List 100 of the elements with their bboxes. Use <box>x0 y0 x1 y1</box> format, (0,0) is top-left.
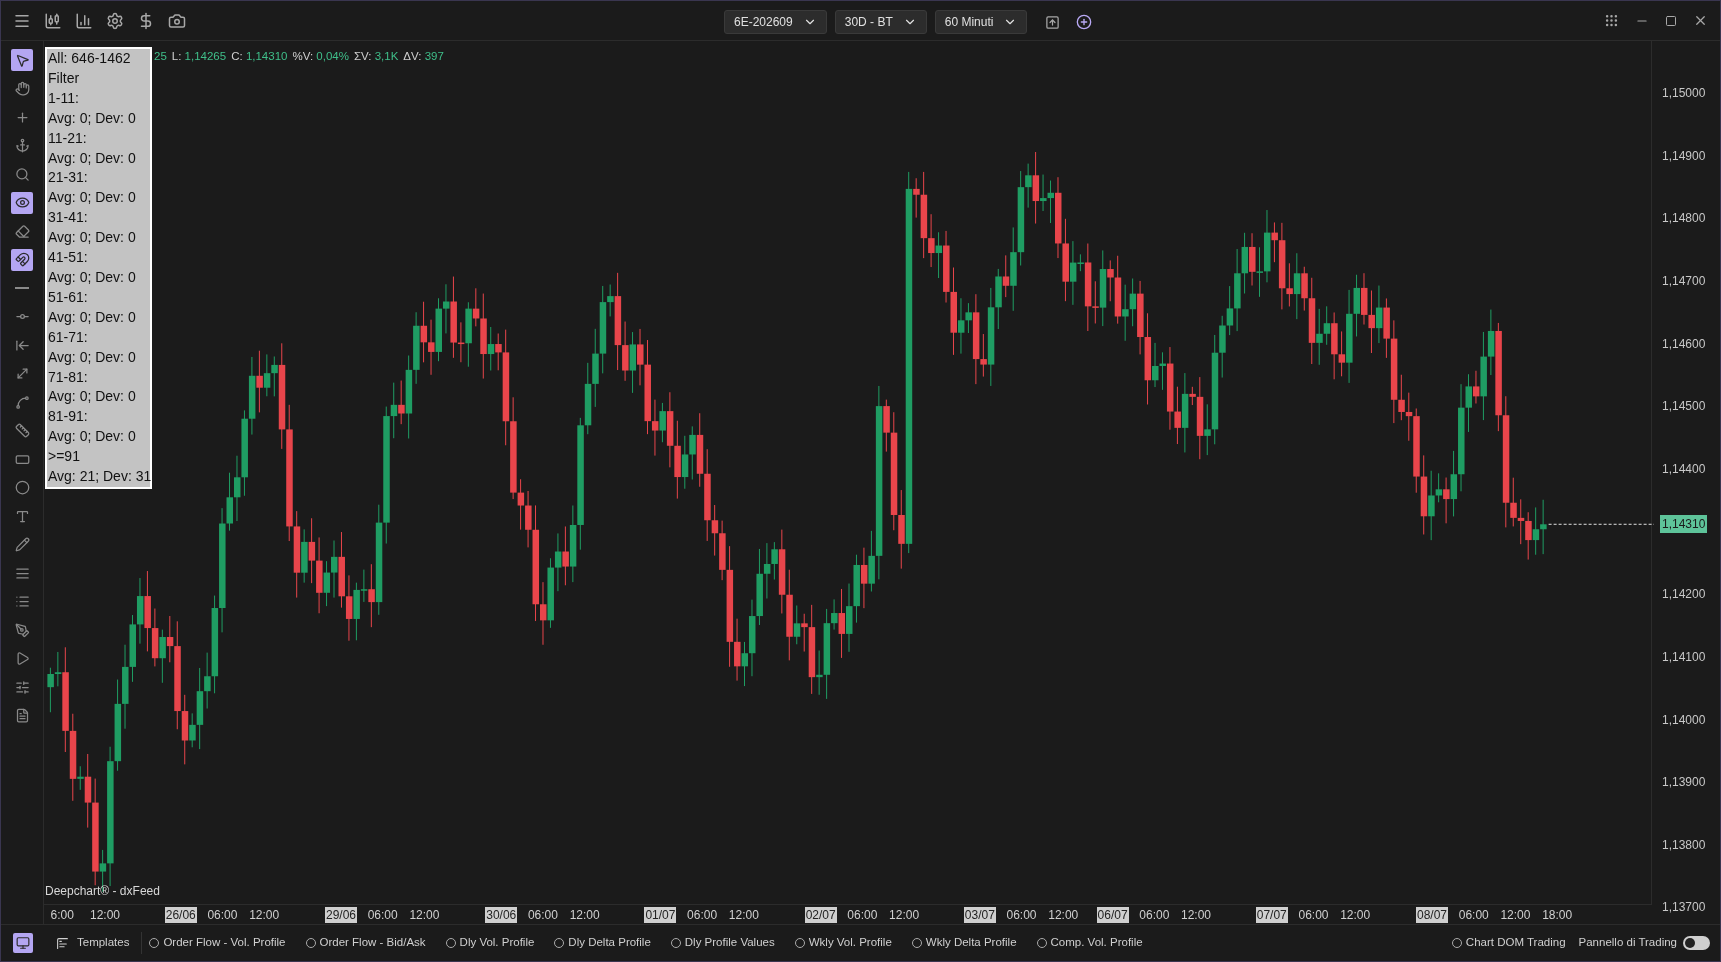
statistics-line: 11-21: <box>48 128 88 148</box>
time-label: 12:00 <box>408 907 441 923</box>
add-icon[interactable] <box>1076 14 1093 30</box>
ohlc-value: 25 <box>154 49 167 64</box>
price-label: 1,14800 <box>1662 210 1706 228</box>
export-icon[interactable] <box>1045 14 1061 30</box>
time-label: 07/07 <box>1255 907 1288 923</box>
time-label: 08/07 <box>1416 907 1449 923</box>
time-label: 02/07 <box>804 907 837 923</box>
time-label: 06/07 <box>1096 907 1129 923</box>
statistics-line: Avg: 0; Dev: 0 <box>48 347 137 367</box>
time-label: 06:00 <box>1005 907 1038 923</box>
price-label: 1,14100 <box>1662 648 1706 666</box>
price-label: 1,13900 <box>1662 774 1706 792</box>
statistics-line: 21-31: <box>48 168 89 188</box>
layout-icon[interactable] <box>1604 13 1619 28</box>
time-label: 06:00 <box>686 907 719 923</box>
statistics-line: >=91 <box>48 447 81 467</box>
statistics-line: 31-41: <box>48 208 89 228</box>
price-label: 1,14600 <box>1662 335 1706 353</box>
time-label: 06:00 <box>846 907 879 923</box>
hand-icon <box>14 81 30 96</box>
time-label: 12:00 <box>888 907 921 923</box>
statistics-line: 41-51: <box>48 248 89 268</box>
data-source-label: Deepchart® - dxFeed <box>45 883 160 900</box>
close-icon[interactable] <box>1693 13 1708 28</box>
study-option[interactable]: Comp. Vol. Profile <box>1036 934 1143 952</box>
statistics-line: Filter <box>48 68 81 88</box>
study-option[interactable]: Order Flow - Bid/Ask <box>305 934 426 952</box>
templates-icon <box>56 936 69 950</box>
statistics-line: 81-91: <box>48 407 89 427</box>
dropdown[interactable]: 60 Minuti <box>934 10 1028 34</box>
statistics-line: 51-61: <box>48 287 89 307</box>
price-label: 1,15000 <box>1662 85 1706 102</box>
panel-button[interactable] <box>12 933 33 953</box>
time-label: 26/06 <box>164 907 197 923</box>
time-label: 06:00 <box>1138 907 1171 923</box>
price-label: 1,14900 <box>1662 147 1706 165</box>
statistics-line: Avg: 0; Dev: 0 <box>48 228 137 248</box>
statistics-line: Avg: 0; Dev: 0 <box>48 267 137 287</box>
trend-line-icon <box>14 366 30 381</box>
candlestick-icon[interactable] <box>44 11 62 30</box>
list-icon <box>14 594 30 609</box>
time-label: 6:00 <box>49 907 75 923</box>
study-option[interactable]: Dly Delta Profile <box>554 934 651 952</box>
statistics-line: Avg: 0; Dev: 0 <box>48 108 137 128</box>
ohlc-value: ΣV: 3,1K <box>353 49 399 64</box>
tool-button[interactable] <box>11 248 33 271</box>
price-label: 1,14200 <box>1662 586 1706 604</box>
time-label: 06:00 <box>1457 907 1490 923</box>
search-icon <box>14 166 30 182</box>
study-option[interactable]: Wkly Delta Profile <box>911 934 1017 952</box>
trading-panel-label: Pannello di Trading <box>1578 935 1677 951</box>
ruler-icon <box>14 423 30 438</box>
time-label: 12:00 <box>248 907 281 923</box>
toggle-switch[interactable] <box>1683 936 1710 950</box>
statistics-line: Avg: 0; Dev: 0 <box>48 188 137 208</box>
price-label: 1,13800 <box>1662 836 1706 854</box>
price-label: 1,14700 <box>1662 272 1706 290</box>
dom-trading-option[interactable]: Chart DOM Trading <box>1451 934 1566 952</box>
time-label: 12:00 <box>1339 907 1372 923</box>
play-icon <box>14 651 30 666</box>
crosshair-icon <box>14 109 30 125</box>
magnet-icon <box>14 252 30 267</box>
time-label: 12:00 <box>1180 907 1213 923</box>
ellipse-icon <box>14 480 30 495</box>
camera-icon[interactable] <box>168 11 186 30</box>
time-label: 30/06 <box>485 907 518 923</box>
dropdown[interactable]: 30D - BT <box>834 10 927 34</box>
tool-button[interactable] <box>11 191 33 214</box>
ohlc-value: ΔV: 397 <box>403 49 444 64</box>
statistics-line: 61-71: <box>48 327 89 347</box>
statistics-line: Avg: 0; Dev: 0 <box>48 148 137 168</box>
time-label: 06:00 <box>206 907 239 923</box>
time-label: 12:00 <box>727 907 760 923</box>
anchor-icon <box>14 138 30 153</box>
settings-icon[interactable] <box>106 11 124 30</box>
pointer-icon <box>14 52 30 68</box>
time-label: 01/07 <box>644 907 677 923</box>
dropdown[interactable]: 6E-202609 <box>724 10 827 34</box>
time-label: 03/07 <box>963 907 996 923</box>
study-option[interactable]: Order Flow - Vol. Profile <box>149 934 286 952</box>
monitor-icon <box>15 936 30 950</box>
time-label: 12:00 <box>568 907 601 923</box>
price-label: 1,14500 <box>1662 398 1706 416</box>
statistics-line: 1-11: <box>48 88 80 108</box>
ohlc-value: C: 1,14310 <box>231 49 288 64</box>
study-option[interactable]: Dly Profile Values <box>670 934 775 952</box>
tool-button[interactable] <box>11 49 33 71</box>
sliders-icon <box>14 679 30 695</box>
study-option[interactable]: Dly Vol. Profile <box>445 934 535 952</box>
eraser-icon <box>14 223 30 239</box>
price-label: 1,14000 <box>1662 711 1706 729</box>
statistics-line: Avg: 0; Dev: 0 <box>48 427 137 447</box>
study-option[interactable]: Wkly Vol. Profile <box>794 934 892 952</box>
templates-button[interactable]: Templates <box>44 932 143 954</box>
bar-chart-icon[interactable] <box>75 11 93 30</box>
text-icon <box>14 508 30 524</box>
maximize-icon[interactable] <box>1665 14 1677 27</box>
price-label: 1,14400 <box>1662 460 1706 478</box>
